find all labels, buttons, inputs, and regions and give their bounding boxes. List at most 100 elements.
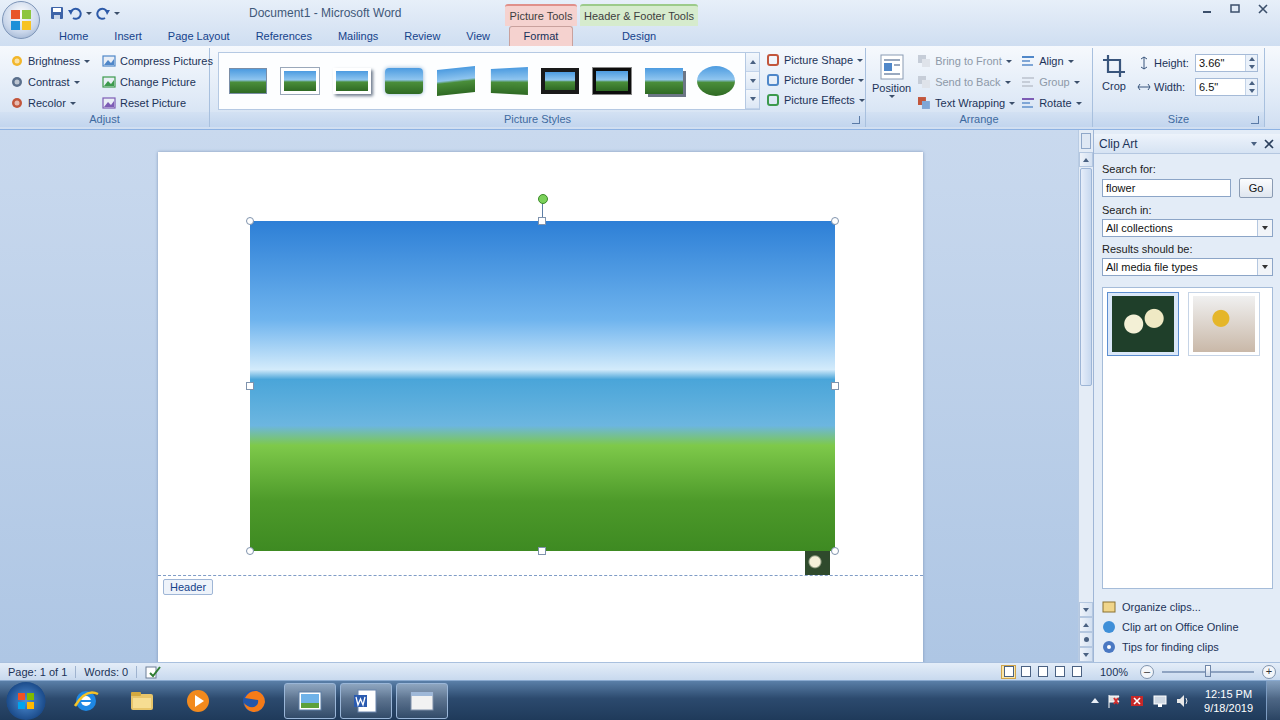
action-center-flag-icon[interactable] xyxy=(1106,693,1122,709)
ribbon-command[interactable]: Recolor xyxy=(10,94,90,112)
pane-link[interactable]: Organize clips... xyxy=(1102,600,1273,614)
ribbon-command[interactable]: Text Wrapping xyxy=(917,94,1015,112)
results-type-select[interactable]: All media file types xyxy=(1102,258,1273,276)
customize-toolbar-icon[interactable] xyxy=(114,12,120,15)
page-count[interactable]: Page: 1 of 1 xyxy=(8,666,67,678)
picture-style-thumbnail[interactable] xyxy=(589,62,635,100)
taskbar-app[interactable] xyxy=(172,683,224,719)
more-styles-icon[interactable] xyxy=(746,90,759,109)
view-button[interactable] xyxy=(1069,665,1084,679)
resize-handle[interactable] xyxy=(246,217,254,225)
close-icon[interactable] xyxy=(1250,0,1276,18)
clip-art-thumbnail[interactable] xyxy=(805,551,830,575)
picture-style-thumbnail[interactable] xyxy=(485,62,531,100)
zoom-level[interactable]: 100% xyxy=(1100,666,1132,678)
picture-style-thumbnail[interactable] xyxy=(537,62,583,100)
spinner-icon[interactable] xyxy=(1245,55,1257,71)
view-button[interactable] xyxy=(1052,665,1067,679)
start-button[interactable] xyxy=(6,682,46,720)
header-picture[interactable] xyxy=(250,221,835,551)
ribbon-command[interactable]: Picture Border xyxy=(766,71,865,89)
picture-style-thumbnail[interactable] xyxy=(693,62,739,100)
undo-icon[interactable] xyxy=(68,6,82,20)
pane-link[interactable]: Clip art on Office Online xyxy=(1102,620,1273,634)
document-page[interactable]: Header xyxy=(158,152,923,662)
taskbar-app[interactable] xyxy=(340,683,392,719)
resize-handle[interactable] xyxy=(831,547,839,555)
zoom-out-icon[interactable]: – xyxy=(1140,665,1154,679)
ruler-toggle-icon[interactable] xyxy=(1081,133,1091,149)
volume-icon[interactable] xyxy=(1175,693,1191,709)
taskbar-app[interactable] xyxy=(228,683,280,719)
clock[interactable]: 12:15 PM9/18/2019 xyxy=(1198,687,1259,715)
ribbon-tab[interactable]: Mailings xyxy=(325,26,391,46)
ribbon-command[interactable]: Picture Effects xyxy=(766,91,865,109)
scroll-thumb[interactable] xyxy=(1080,168,1092,386)
ribbon-tab[interactable]: Page Layout xyxy=(155,26,243,46)
view-button[interactable] xyxy=(1018,665,1033,679)
zoom-slider[interactable] xyxy=(1162,671,1254,673)
resize-handle[interactable] xyxy=(538,217,546,225)
redo-icon[interactable] xyxy=(96,6,110,20)
resize-handle[interactable] xyxy=(831,382,839,390)
crop-button[interactable]: Crop xyxy=(1097,48,1131,112)
taskbar-app[interactable] xyxy=(284,683,336,719)
network-icon[interactable] xyxy=(1152,693,1168,709)
previous-page-icon[interactable] xyxy=(1079,617,1093,632)
dialog-launcher-icon[interactable] xyxy=(1251,116,1259,124)
ribbon-tab[interactable]: Format xyxy=(509,26,574,46)
zoom-in-icon[interactable]: + xyxy=(1262,665,1276,679)
resize-handle[interactable] xyxy=(246,382,254,390)
show-hidden-icons[interactable] xyxy=(1091,698,1099,703)
size-input[interactable]: 3.66" xyxy=(1195,54,1258,72)
picture-style-thumbnail[interactable] xyxy=(641,62,687,100)
resize-handle[interactable] xyxy=(538,547,546,555)
ribbon-command[interactable]: Rotate xyxy=(1021,94,1081,112)
picture-style-thumbnail[interactable] xyxy=(329,62,375,100)
ribbon-command[interactable]: Picture Shape xyxy=(766,51,865,69)
undo-dropdown-icon[interactable] xyxy=(86,12,92,15)
position-button[interactable]: Position xyxy=(872,48,911,112)
view-button[interactable] xyxy=(1035,665,1050,679)
taskbar-app[interactable] xyxy=(116,683,168,719)
size-input[interactable]: 6.5" xyxy=(1195,78,1258,96)
ribbon-tab[interactable]: Home xyxy=(46,26,101,46)
taskbar-app[interactable] xyxy=(396,683,448,719)
next-page-icon[interactable] xyxy=(1079,647,1093,662)
ribbon-command[interactable]: Contrast xyxy=(10,73,90,91)
security-alert-icon[interactable] xyxy=(1129,693,1145,709)
picture-style-thumbnail[interactable] xyxy=(277,62,323,100)
scroll-up-icon[interactable] xyxy=(746,53,759,72)
ribbon-command[interactable]: Compress Pictures xyxy=(102,52,213,70)
dialog-launcher-icon[interactable] xyxy=(852,116,860,124)
clip-art-result[interactable] xyxy=(1188,292,1260,356)
office-button[interactable] xyxy=(2,1,40,39)
ribbon-command[interactable]: Change Picture xyxy=(102,73,213,91)
pane-close-icon[interactable] xyxy=(1263,138,1275,150)
ribbon-tab[interactable]: Insert xyxy=(101,26,155,46)
minimize-icon[interactable] xyxy=(1194,0,1220,18)
resize-handle[interactable] xyxy=(246,547,254,555)
rotate-handle[interactable] xyxy=(538,194,548,204)
taskbar-app[interactable] xyxy=(60,683,112,719)
maximize-icon[interactable] xyxy=(1222,0,1248,18)
proofing-icon[interactable] xyxy=(145,665,161,679)
ribbon-command[interactable]: Align xyxy=(1021,52,1081,70)
pane-menu-icon[interactable] xyxy=(1251,142,1257,146)
ribbon-tab[interactable]: References xyxy=(243,26,325,46)
picture-style-thumbnail[interactable] xyxy=(225,62,271,100)
view-button[interactable] xyxy=(1001,665,1016,679)
picture-style-thumbnail[interactable] xyxy=(381,62,427,100)
ribbon-command[interactable]: Reset Picture xyxy=(102,94,213,112)
spinner-icon[interactable] xyxy=(1245,79,1257,95)
pane-link[interactable]: Tips for finding clips xyxy=(1102,640,1273,654)
browse-object-icon[interactable] xyxy=(1079,632,1093,647)
show-desktop-button[interactable] xyxy=(1266,681,1280,720)
picture-style-thumbnail[interactable] xyxy=(433,62,479,100)
save-icon[interactable] xyxy=(50,6,64,20)
ribbon-tab[interactable]: View xyxy=(453,26,503,46)
resize-handle[interactable] xyxy=(831,217,839,225)
scroll-down-icon[interactable] xyxy=(1079,602,1093,617)
scroll-down-icon[interactable] xyxy=(746,72,759,91)
ribbon-tab[interactable]: Design xyxy=(607,26,671,46)
